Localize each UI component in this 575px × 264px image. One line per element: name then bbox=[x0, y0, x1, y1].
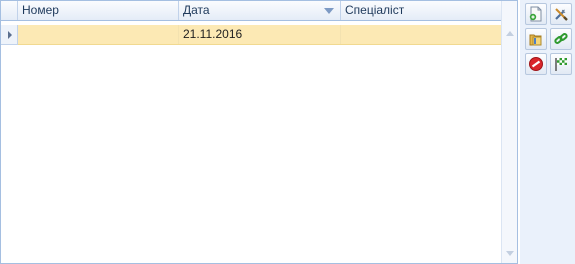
sort-descending-icon bbox=[324, 8, 334, 14]
link-icon bbox=[554, 33, 568, 44]
vertical-scrollbar[interactable] bbox=[501, 1, 517, 263]
grid-header: Номер Дата Спеціаліст bbox=[1, 1, 501, 21]
delete-icon bbox=[529, 57, 543, 71]
column-header-date[interactable]: Дата bbox=[179, 1, 341, 20]
finish-button[interactable] bbox=[550, 53, 572, 75]
add-document-icon bbox=[529, 6, 542, 22]
delete-button[interactable] bbox=[525, 53, 547, 75]
finish-flag-icon bbox=[555, 58, 567, 71]
header-indicator-cell bbox=[1, 1, 18, 20]
tools-icon bbox=[555, 8, 568, 21]
folder-open-icon bbox=[529, 34, 542, 46]
records-grid: Номер Дата Спеціаліст 21.11.2016 bbox=[0, 0, 518, 264]
column-header-date-label: Дата bbox=[183, 3, 210, 17]
column-header-specialist[interactable]: Спеціаліст bbox=[341, 1, 501, 20]
open-button[interactable] bbox=[525, 28, 547, 50]
add-record-button[interactable] bbox=[525, 3, 547, 25]
current-row-arrow-icon bbox=[8, 31, 12, 39]
action-toolbar bbox=[520, 0, 575, 264]
cell-number[interactable] bbox=[18, 25, 179, 44]
column-header-number[interactable]: Номер bbox=[18, 1, 179, 20]
link-button[interactable] bbox=[550, 28, 572, 50]
settings-button[interactable] bbox=[550, 3, 572, 25]
cell-specialist[interactable] bbox=[341, 25, 501, 44]
row-indicator[interactable] bbox=[1, 25, 18, 45]
table-row[interactable]: 21.11.2016 bbox=[18, 25, 501, 45]
scroll-up-icon[interactable] bbox=[506, 31, 514, 36]
cell-date[interactable]: 21.11.2016 bbox=[179, 25, 341, 44]
scroll-down-icon[interactable] bbox=[506, 251, 514, 256]
